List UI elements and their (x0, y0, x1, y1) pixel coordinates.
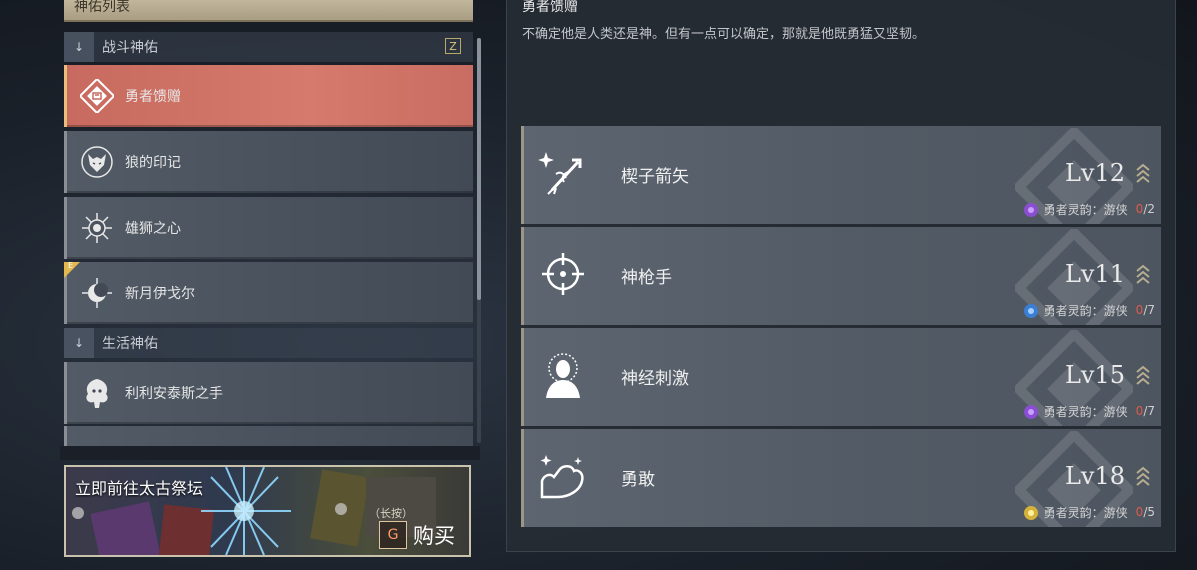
tree-spirit-icon (79, 375, 115, 411)
skill-name: 神经刺激 (621, 369, 689, 389)
skill-level: Lv15 (1064, 361, 1125, 389)
resonance-label: 勇者灵韵：游侠 (1043, 505, 1128, 520)
haloed-figure-icon (538, 350, 588, 400)
hotkey-badge: Z (445, 38, 461, 54)
section-life-blessings[interactable]: ↓ 生活神佑 (64, 328, 473, 358)
section-combat-blessings[interactable]: ↓ 战斗神佑 Z (64, 32, 473, 62)
diamond-emblem-icon (79, 78, 115, 114)
list-item-label: 勇者馈赠 (125, 89, 181, 105)
skill-row-nerve-stimulation[interactable]: 神经刺激 Lv15 勇者灵韵：游侠 0 /7 (521, 328, 1161, 426)
resonance-count-current: 0 (1135, 303, 1144, 317)
skill-row-wedge-arrow[interactable]: 楔子箭矢 Lv12 勇者灵韵：游侠 0 /2 (521, 126, 1161, 224)
blessing-list-header: 神佑列表 (64, 0, 473, 22)
list-item-label: 狼的印记 (125, 155, 181, 171)
skill-name: 神枪手 (621, 268, 672, 288)
crescent-moon-icon (79, 275, 115, 311)
section-label: 生活神佑 (102, 336, 158, 352)
list-item-wolf-mark[interactable]: 狼的印记 (64, 131, 473, 193)
resonance-row: 勇者灵韵：游侠 0 /2 (1022, 200, 1155, 218)
resonance-gem-icon (1023, 506, 1038, 520)
ancient-altar-banner[interactable]: 立即前往太古祭坛 （长按） G 购买 (64, 465, 471, 557)
resonance-count-current: 0 (1135, 404, 1144, 418)
hold-hint: （长按） (369, 507, 413, 520)
buy-button[interactable]: （长按） G 购买 (369, 507, 455, 549)
resonance-count-total: /7 (1143, 404, 1155, 418)
resonance-label: 勇者灵韵：游侠 (1043, 404, 1128, 419)
resonance-row: 勇者灵韵：游侠 0 /7 (1022, 402, 1155, 420)
rank-chevron-icon (1136, 466, 1150, 486)
list-fade (60, 446, 480, 460)
resonance-label: 勇者灵韵：游侠 (1043, 202, 1128, 217)
detail-title: 勇者馈赠 (522, 0, 578, 15)
banner-title: 立即前往太古祭坛 (75, 479, 204, 498)
list-item-crescent-igor[interactable]: E 新月伊戈尔 (64, 261, 473, 324)
list-item-partial[interactable] (64, 426, 473, 448)
resonance-gem-icon (1023, 203, 1038, 217)
new-badge-letter: E (68, 261, 74, 270)
detail-description: 不确定他是人类还是神。但有一点可以确定，那就是他既勇猛又坚韧。 (522, 27, 926, 42)
buy-label: 购买 (413, 524, 455, 548)
list-item-lilian-hand[interactable]: 利利安泰斯之手 (64, 362, 473, 424)
list-item-label: 利利安泰斯之手 (125, 386, 223, 402)
skill-level: Lv12 (1064, 159, 1125, 187)
resonance-gem-icon (1023, 304, 1038, 318)
resonance-count-total: /7 (1143, 303, 1155, 317)
collapse-arrow-icon[interactable]: ↓ (64, 328, 94, 358)
rank-chevron-icon (1136, 264, 1150, 284)
list-item-label: 新月伊戈尔 (125, 286, 195, 302)
resonance-label: 勇者灵韵：游侠 (1043, 303, 1128, 318)
lion-sun-icon (79, 210, 115, 246)
resonance-row: 勇者灵韵：游侠 0 /7 (1022, 301, 1155, 319)
rank-chevron-icon (1136, 163, 1150, 183)
skill-name: 楔子箭矢 (621, 167, 689, 187)
resonance-count-total: /2 (1143, 202, 1155, 216)
list-item-lion-heart[interactable]: 雄狮之心 (64, 197, 473, 259)
resonance-count-current: 0 (1135, 202, 1144, 216)
crosshair-icon (538, 249, 588, 299)
wolf-head-icon (79, 144, 115, 180)
list-item-label: 雄狮之心 (125, 221, 181, 237)
collapse-arrow-icon[interactable]: ↓ (64, 32, 94, 62)
rank-chevron-icon (1136, 365, 1150, 385)
arrow-burst-icon (538, 148, 588, 198)
resonance-row: 勇者灵韵：游侠 0 /5 (1022, 503, 1155, 521)
resonance-count-total: /5 (1143, 505, 1155, 519)
list-item-brave-gift[interactable]: 勇者馈赠 (64, 65, 473, 127)
skill-row-bravery[interactable]: 勇敢 Lv18 勇者灵韵：游侠 0 /5 (521, 429, 1161, 527)
section-label: 战斗神佑 (102, 40, 158, 56)
flexed-arm-icon (538, 451, 588, 501)
g-key-icon: G (379, 521, 407, 549)
skill-level: Lv18 (1064, 462, 1125, 490)
resonance-count-current: 0 (1135, 505, 1144, 519)
skill-name: 勇敢 (621, 470, 655, 490)
blessing-list-title: 神佑列表 (74, 0, 130, 15)
list-scrollbar-thumb[interactable] (477, 38, 481, 300)
skill-row-sharpshooter[interactable]: 神枪手 Lv11 勇者灵韵：游侠 0 /7 (521, 227, 1161, 325)
resonance-gem-icon (1023, 405, 1038, 419)
skill-level: Lv11 (1064, 260, 1125, 288)
